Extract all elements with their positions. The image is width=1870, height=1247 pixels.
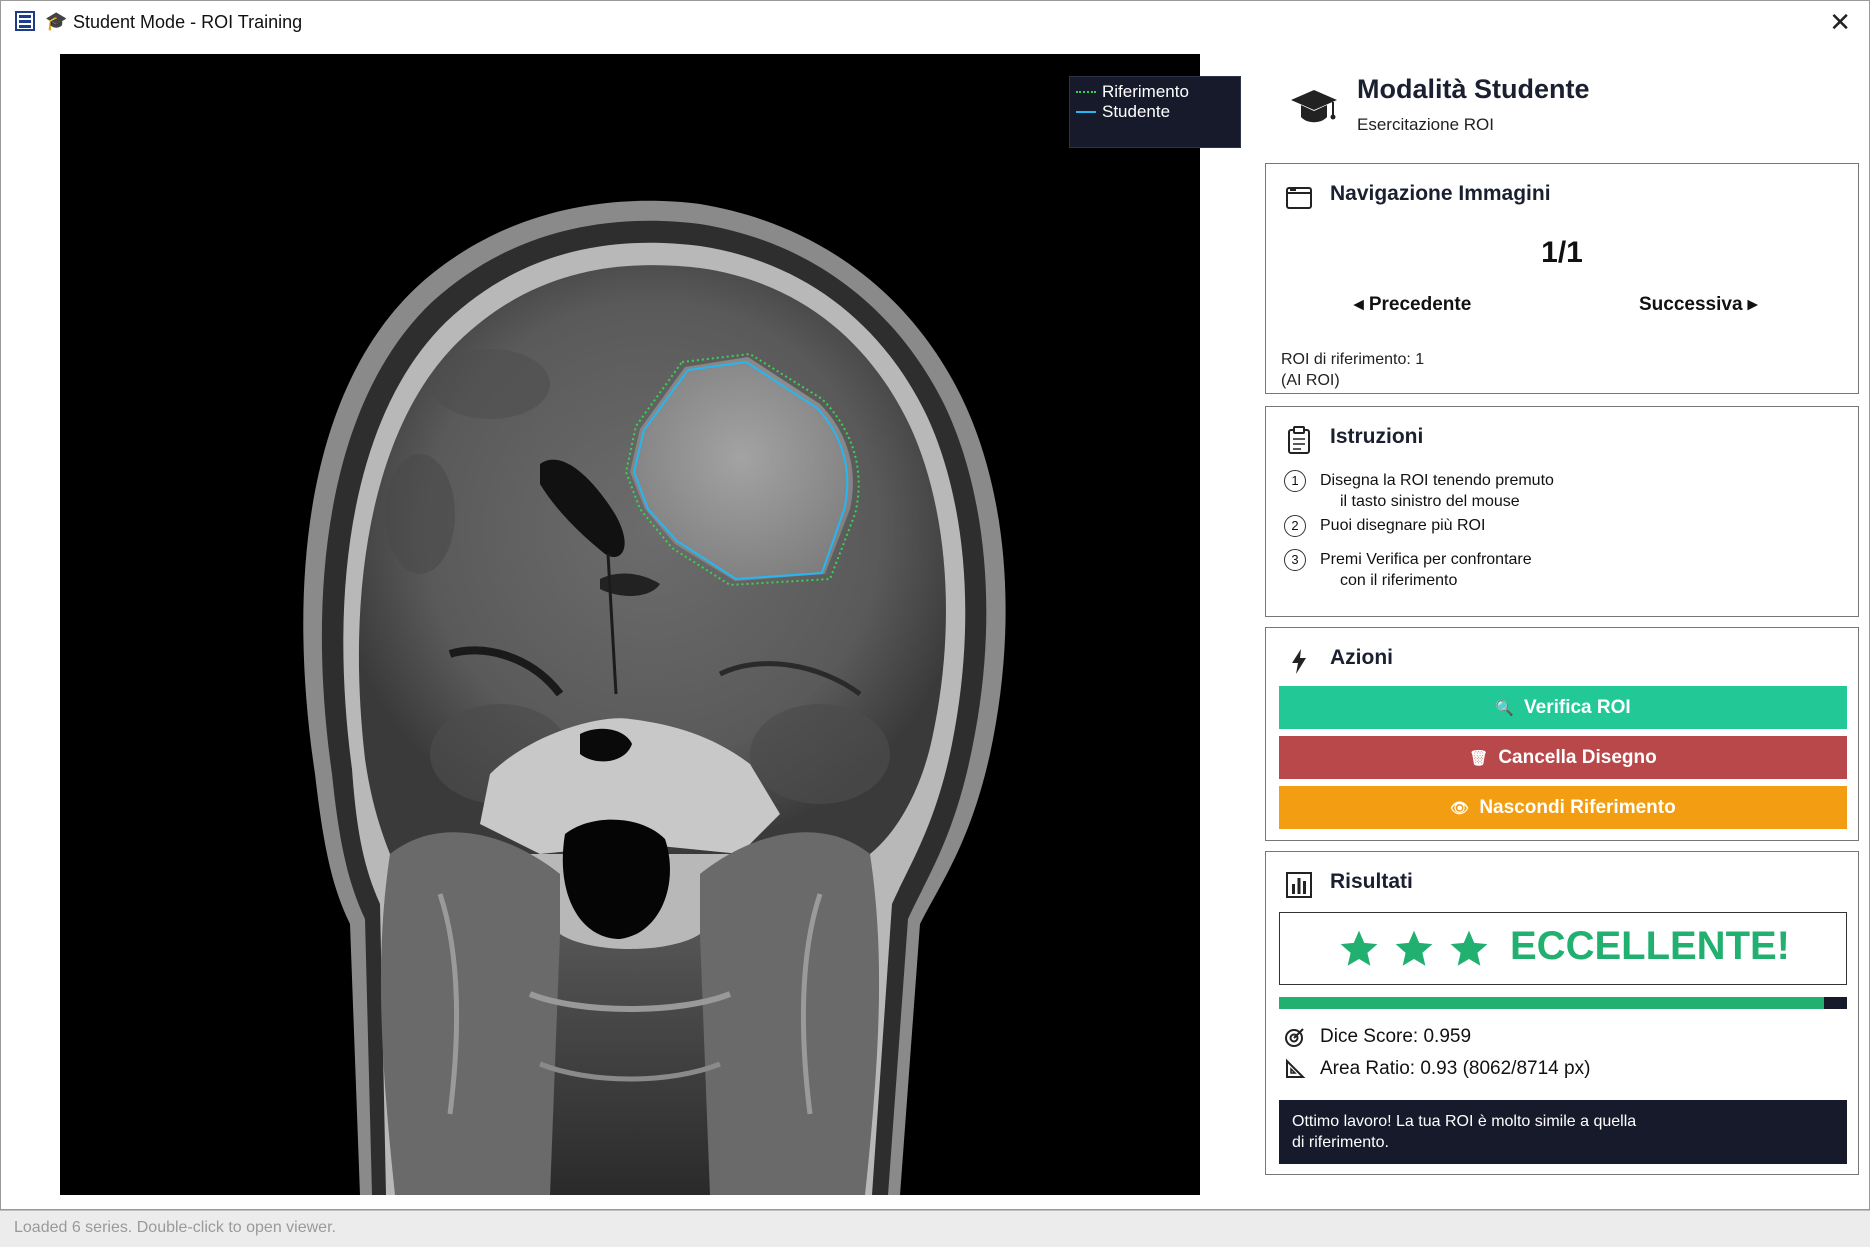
triangle-ruler-icon — [1286, 1058, 1306, 1078]
mri-image — [60, 54, 1200, 1195]
next-button[interactable]: Successiva ▸ — [1639, 293, 1757, 316]
eye-icon: 👁 — [1450, 800, 1470, 817]
folder-icon — [1286, 187, 1312, 209]
clear-drawing-button[interactable]: 🗑 Cancella Disegno — [1279, 736, 1847, 779]
star-icon — [1395, 930, 1433, 966]
step-number: 2 — [1284, 515, 1306, 537]
instruction-step: 1 Disegna la ROI tenendo premuto il tast… — [1284, 470, 1620, 512]
status-text: Loaded 6 series. Double-click to open vi… — [14, 1219, 336, 1236]
graduation-cap-icon: 🎓 — [45, 11, 68, 32]
step-number: 1 — [1284, 470, 1306, 492]
instructions-card: Istruzioni 1 Disegna la ROI tenendo prem… — [1265, 406, 1859, 617]
magnifier-icon: 🔍 — [1495, 700, 1514, 717]
step-text-line: Disegna la ROI tenendo premuto — [1320, 472, 1554, 489]
feedback-message: Ottimo lavoro! La tua ROI è molto simile… — [1279, 1100, 1847, 1164]
score-progress-bar — [1279, 997, 1847, 1009]
image-viewer[interactable] — [60, 54, 1200, 1195]
dice-score: Dice Score: 0.959 — [1284, 1026, 1471, 1048]
area-ratio-label: Area Ratio: 0.93 (8062/8714 px) — [1320, 1058, 1591, 1079]
area-ratio: Area Ratio: 0.93 (8062/8714 px) — [1284, 1058, 1590, 1080]
feedback-line: di riferimento. — [1292, 1134, 1389, 1151]
roi-legend: Riferimento Studente — [1069, 76, 1241, 148]
panel-header: Modalità Studente Esercitazione ROI — [1257, 54, 1859, 154]
instruction-step: 2 Puoi disegnare più ROI — [1284, 515, 1620, 537]
rating-box: ECCELLENTE! — [1279, 912, 1847, 985]
step-text-line: Premi Verifica per confrontare — [1320, 551, 1532, 568]
actions-title: Azioni — [1330, 646, 1393, 669]
hide-reference-button[interactable]: 👁 Nascondi Riferimento — [1279, 786, 1847, 829]
navigation-card: Navigazione Immagini 1/1 ◂ Precedente Su… — [1265, 163, 1859, 394]
app-icon — [15, 11, 35, 31]
step-text: Premi Verifica per confrontare con il ri… — [1320, 549, 1620, 591]
navigation-title: Navigazione Immagini — [1330, 182, 1551, 205]
feedback-line: Ottimo lavoro! La tua ROI è molto simile… — [1292, 1113, 1637, 1130]
step-text: Disegna la ROI tenendo premuto il tasto … — [1320, 470, 1620, 512]
verify-roi-button[interactable]: 🔍 Verifica ROI — [1279, 686, 1847, 729]
bar-chart-icon — [1286, 872, 1312, 898]
reference-swatch — [1076, 91, 1096, 93]
instruction-step: 3 Premi Verifica per confrontare con il … — [1284, 549, 1620, 591]
lightning-icon — [1292, 649, 1306, 674]
star-icon — [1450, 930, 1488, 966]
roi-info-type: (AI ROI) — [1281, 372, 1340, 389]
clipboard-icon — [1288, 426, 1310, 454]
legend-student-label: Studente — [1102, 102, 1171, 121]
clear-drawing-label: Cancella Disegno — [1498, 747, 1657, 768]
target-icon — [1285, 1028, 1304, 1047]
graduation-cap-icon — [1291, 90, 1337, 123]
student-swatch — [1076, 111, 1096, 113]
hide-reference-label: Nascondi Riferimento — [1479, 797, 1676, 818]
dice-score-label: Dice Score: 0.959 — [1320, 1026, 1472, 1047]
student-mode-window: 🎓 Student Mode - ROI Training ✕ Riferime… — [0, 0, 1870, 1210]
status-bar: Loaded 6 series. Double-click to open vi… — [0, 1210, 1870, 1247]
star-icon — [1340, 930, 1378, 966]
legend-student: Studente — [1076, 102, 1170, 122]
title-bar[interactable]: 🎓 Student Mode - ROI Training ✕ — [1, 1, 1869, 43]
window-title: Student Mode - ROI Training — [73, 12, 303, 32]
verify-roi-label: Verifica ROI — [1524, 697, 1631, 718]
results-title: Risultati — [1330, 870, 1413, 893]
roi-info: ROI di riferimento: 1 (AI ROI) — [1281, 349, 1424, 391]
image-counter: 1/1 — [1541, 236, 1583, 269]
step-text: Puoi disegnare più ROI — [1320, 515, 1620, 537]
panel-subtitle: Esercitazione ROI — [1357, 115, 1494, 134]
legend-reference-label: Riferimento — [1102, 82, 1189, 101]
score-progress-fill — [1279, 997, 1824, 1009]
panel-title: Modalità Studente — [1357, 74, 1590, 104]
previous-button[interactable]: ◂ Precedente — [1354, 293, 1471, 316]
actions-card: Azioni 🔍 Verifica ROI 🗑 Cancella Disegno 👁… — [1265, 627, 1859, 841]
legend-reference: Riferimento — [1076, 82, 1189, 102]
step-number: 3 — [1284, 549, 1306, 571]
roi-info-count: ROI di riferimento: 1 — [1281, 351, 1425, 368]
step-text-line: con il riferimento — [1340, 572, 1458, 589]
trash-icon: 🗑 — [1469, 750, 1489, 767]
verdict-text: ECCELLENTE! — [1510, 924, 1790, 968]
step-text-line: Puoi disegnare più ROI — [1320, 517, 1486, 534]
results-card: Risultati ECCELLENTE! Dice Score: 0.959 — [1265, 851, 1859, 1175]
close-icon[interactable]: ✕ — [1829, 7, 1851, 38]
step-text-line: il tasto sinistro del mouse — [1340, 493, 1520, 510]
instructions-title: Istruzioni — [1330, 425, 1424, 448]
